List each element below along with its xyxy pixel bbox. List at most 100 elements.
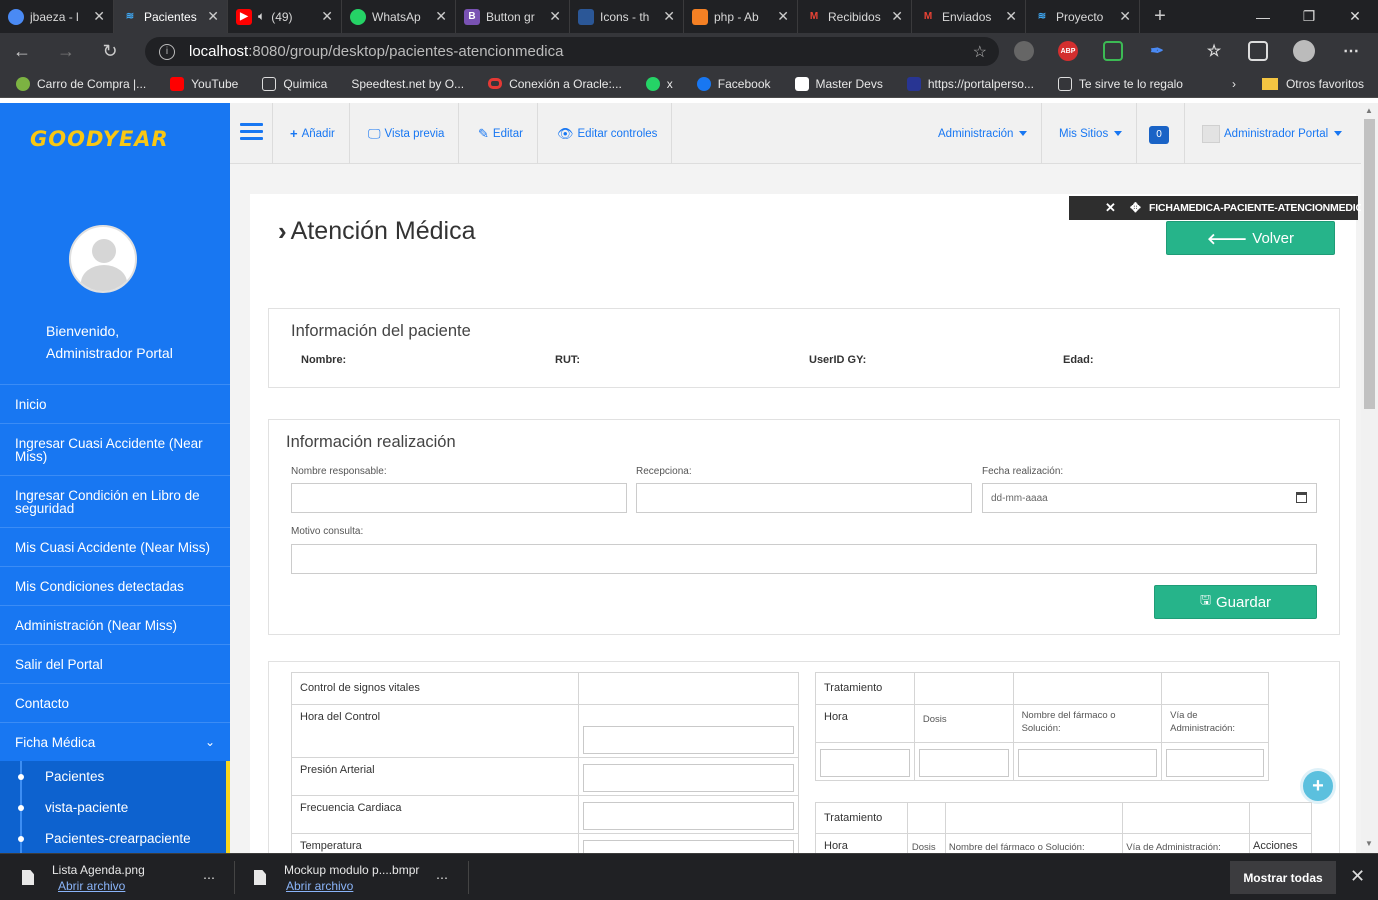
treatment-hora-input[interactable]: [820, 749, 910, 777]
download-item[interactable]: Mockup modulo p....bmpr Abrir archivo: [254, 854, 419, 900]
scroll-up-icon[interactable]: ▲: [1365, 106, 1373, 115]
adblock-icon[interactable]: ABP: [1058, 41, 1078, 61]
favorites-icon[interactable]: ☆: [1204, 41, 1224, 61]
pen-extension-icon[interactable]: ✒: [1147, 41, 1167, 61]
bookmark-item[interactable]: Facebook: [696, 76, 771, 91]
browser-tab[interactable]: M Enviados ✕: [912, 0, 1026, 33]
browser-tab[interactable]: ▶ 🔈︎ (49) ✕: [228, 0, 342, 33]
sidebar-item-contacto[interactable]: Contacto: [0, 683, 230, 722]
open-file-link[interactable]: Abrir archivo: [286, 879, 419, 893]
treatment-dosis-input[interactable]: [918, 749, 1009, 777]
hora-control-input[interactable]: [582, 726, 794, 754]
admin-dropdown[interactable]: Administración: [924, 103, 1043, 164]
page-scrollbar[interactable]: ▲ ▼: [1361, 103, 1378, 853]
sites-dropdown[interactable]: Mis Sitios: [1045, 103, 1138, 164]
sidebar-item-inicio[interactable]: Inicio: [0, 384, 230, 423]
close-icon[interactable]: ✕: [207, 8, 219, 25]
profile-icon[interactable]: [1293, 40, 1315, 62]
bookmark-item[interactable]: https://portalperso...: [906, 76, 1034, 91]
bookmark-item[interactable]: Master Devs: [794, 76, 883, 91]
sidebar-item-ficha-medica[interactable]: Ficha Médica ⌄: [0, 722, 230, 761]
more-menu-icon[interactable]: ⋯: [1341, 41, 1361, 61]
chevron-right-icon[interactable]: ›: [1232, 77, 1236, 91]
bookmark-star-icon[interactable]: ☆: [973, 42, 987, 62]
preview-button[interactable]: 🖵︎ Vista previa: [354, 103, 460, 164]
edit-button[interactable]: ✎ Editar: [464, 103, 538, 164]
move-icon[interactable]: ✥: [1130, 200, 1141, 216]
chat-extension-icon[interactable]: [1103, 41, 1123, 61]
sidebar-item-administracion[interactable]: Administración (Near Miss): [0, 605, 230, 644]
edit-controls-button[interactable]: 👁︎ Editar controles: [543, 103, 673, 164]
robot-extension-icon[interactable]: [1014, 41, 1034, 61]
browser-tab[interactable]: M Recibidos ✕: [798, 0, 912, 33]
reload-icon[interactable]: ↻: [88, 41, 132, 62]
close-icon[interactable]: ✕: [1005, 8, 1017, 25]
save-button[interactable]: 🖫 Guardar: [1154, 585, 1317, 619]
hamburger-menu-icon[interactable]: [240, 123, 263, 141]
close-window-icon[interactable]: ✕: [1332, 0, 1378, 33]
frecuencia-cardiaca-input[interactable]: [582, 802, 794, 830]
calendar-icon[interactable]: [1296, 492, 1307, 503]
scroll-down-icon[interactable]: ▼: [1365, 839, 1373, 848]
close-icon[interactable]: ✕: [663, 8, 675, 25]
bookmark-item[interactable]: Speedtest.net by O...: [351, 77, 464, 91]
fecha-date-input[interactable]: dd-mm-aaaa: [982, 483, 1317, 513]
other-bookmarks[interactable]: Otros favoritos: [1286, 77, 1364, 91]
bookmark-item[interactable]: Carro de Compra |...: [16, 76, 146, 91]
browser-tab[interactable]: php - Ab ✕: [684, 0, 798, 33]
browser-tab[interactable]: WhatsAp ✕: [342, 0, 456, 33]
responsable-input[interactable]: [291, 483, 627, 513]
browser-tab[interactable]: ≋ Proyecto ✕: [1026, 0, 1140, 33]
presion-arterial-input[interactable]: [582, 764, 794, 792]
bookmark-item[interactable]: Te sirve te lo regalo: [1057, 76, 1183, 91]
close-icon[interactable]: ✕: [321, 8, 333, 25]
recepciona-input[interactable]: [636, 483, 972, 513]
sidebar-item-mis-cuasi-accidente[interactable]: Mis Cuasi Accidente (Near Miss): [0, 527, 230, 566]
treatment-farmaco-input[interactable]: [1017, 749, 1158, 777]
show-all-button[interactable]: Mostrar todas: [1230, 861, 1336, 894]
sidebar-item-ingresar-condicion[interactable]: Ingresar Condición en Libro de seguridad: [0, 475, 230, 527]
motivo-input[interactable]: [291, 544, 1317, 574]
info-icon[interactable]: i: [159, 43, 175, 60]
chevron-down-icon[interactable]: ⌄: [205, 735, 215, 749]
sidebar-subitem-crearpaciente[interactable]: Pacientes-crearpaciente: [0, 823, 226, 853]
add-treatment-button[interactable]: +: [1300, 768, 1336, 804]
close-icon[interactable]: ✕: [549, 8, 561, 25]
browser-tab-active[interactable]: ≋ Pacientes ✕: [114, 0, 228, 33]
temperatura-input[interactable]: [582, 840, 794, 853]
scroll-thumb[interactable]: [1364, 119, 1375, 409]
treatment-via-input[interactable]: [1166, 749, 1264, 777]
sidebar-item-mis-condiciones[interactable]: Mis Condiciones detectadas: [0, 566, 230, 605]
back-icon[interactable]: ←: [0, 41, 44, 62]
bookmark-item[interactable]: Conexión a Oracle:...: [488, 77, 622, 91]
close-icon[interactable]: ✕: [777, 8, 789, 25]
sidebar-item-ingresar-cuasi-accidente[interactable]: Ingresar Cuasi Accidente (Near Miss): [0, 423, 230, 475]
close-icon[interactable]: ✕: [1350, 866, 1365, 887]
minimize-icon[interactable]: —: [1240, 0, 1286, 33]
close-icon[interactable]: ✕: [93, 8, 105, 25]
url-input[interactable]: i localhost:8080/group/desktop/pacientes…: [145, 37, 999, 66]
forward-icon[interactable]: →: [44, 41, 88, 62]
more-options-icon[interactable]: ⋯: [436, 854, 448, 900]
more-options-icon[interactable]: ⋯: [203, 854, 215, 900]
sidebar-subitem-pacientes[interactable]: Pacientes: [0, 761, 226, 792]
speaker-icon[interactable]: 🔈︎: [258, 9, 265, 24]
bookmark-item[interactable]: Quimica: [262, 76, 327, 91]
browser-tab[interactable]: B Button gr ✕: [456, 0, 570, 33]
browser-tab[interactable]: Icons - th ✕: [570, 0, 684, 33]
bookmark-item[interactable]: x: [645, 76, 673, 91]
goodyear-logo[interactable]: GOODYEAR: [30, 127, 169, 151]
new-tab-button[interactable]: +: [1140, 0, 1180, 33]
back-button[interactable]: 🡐 Volver: [1166, 221, 1335, 255]
close-icon[interactable]: ✕: [1105, 200, 1116, 216]
sidebar-item-salir[interactable]: Salir del Portal: [0, 644, 230, 683]
close-icon[interactable]: ✕: [891, 8, 903, 25]
collections-icon[interactable]: [1248, 41, 1268, 61]
download-item[interactable]: Lista Agenda.png Abrir archivo: [22, 854, 145, 900]
close-icon[interactable]: ✕: [435, 8, 447, 25]
add-button[interactable]: + Añadir: [276, 103, 350, 164]
bookmark-item[interactable]: YouTube: [170, 76, 238, 91]
user-dropdown[interactable]: Administrador Portal: [1188, 103, 1356, 164]
close-icon[interactable]: ✕: [1119, 8, 1131, 25]
browser-tab[interactable]: jbaeza - l ✕: [0, 0, 114, 33]
